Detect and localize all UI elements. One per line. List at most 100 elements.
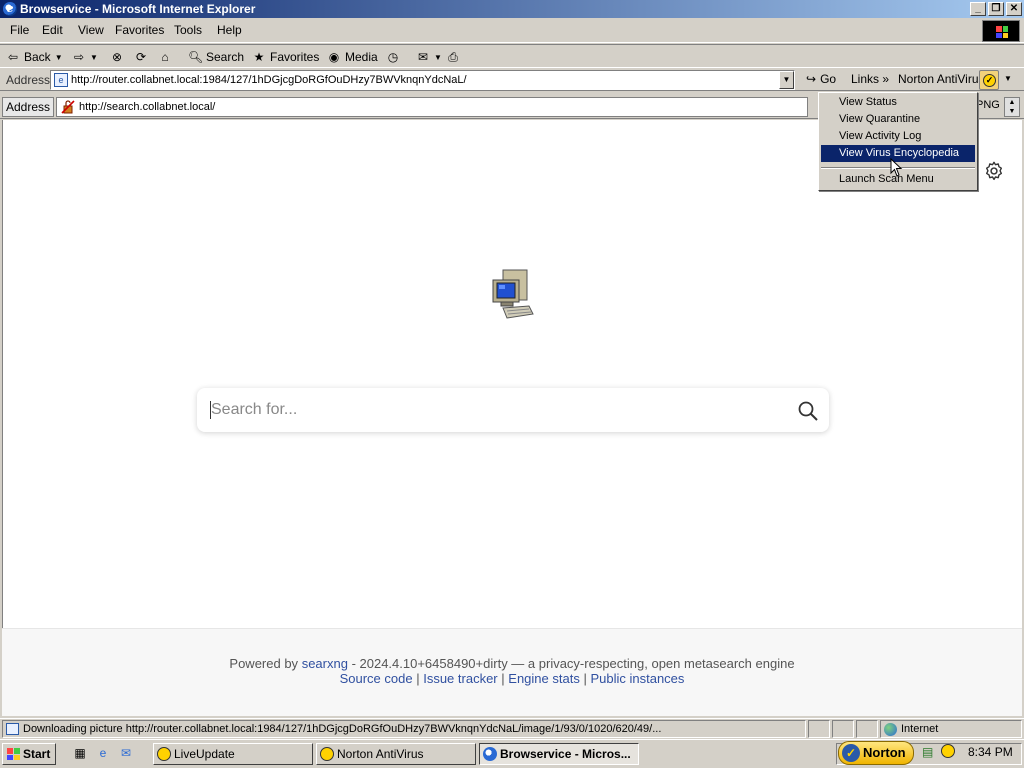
source-code-link[interactable]: Source code xyxy=(340,671,413,686)
forward-arrow-icon: ⇨ xyxy=(73,50,85,64)
history-button[interactable]: ◷ xyxy=(386,48,400,66)
go-button[interactable]: ↪ Go xyxy=(806,72,836,86)
ie-icon: e xyxy=(3,2,17,16)
task-label: Norton AntiVirus xyxy=(337,747,424,761)
go-arrow-icon: ↪ xyxy=(806,72,817,86)
norton-dropdown-icon[interactable]: ▼ xyxy=(1004,74,1012,83)
favorites-label: Favorites xyxy=(270,50,320,64)
back-label: Back xyxy=(24,50,51,64)
status-bar: Downloading picture http://router.collab… xyxy=(0,718,1024,738)
show-desktop-icon[interactable]: ▦ xyxy=(72,745,88,761)
address-dropdown-icon[interactable]: ▼ xyxy=(779,71,794,89)
mail-dropdown-icon[interactable]: ▼ xyxy=(434,53,442,62)
links-more-icon: » xyxy=(882,72,890,86)
norton-tray-icon[interactable] xyxy=(941,744,955,758)
separator: | xyxy=(583,671,587,686)
public-instances-link[interactable]: Public instances xyxy=(590,671,684,686)
magnifier-icon[interactable] xyxy=(797,400,819,422)
norton-toolbar-button[interactable]: ✓ xyxy=(979,70,999,90)
address-url[interactable]: http://router.collabnet.local:1984/127/1… xyxy=(71,74,467,86)
menu-file[interactable]: File xyxy=(10,23,29,37)
mouse-cursor-icon xyxy=(890,158,903,177)
norton-tray-label: Norton xyxy=(863,745,906,760)
start-button[interactable]: Start xyxy=(2,743,56,765)
settings-gear-icon[interactable] xyxy=(983,160,1005,182)
mail-button[interactable]: ✉ ▼ xyxy=(416,48,442,66)
back-arrow-icon: ⇦ xyxy=(7,50,19,64)
menu-help[interactable]: Help xyxy=(217,23,242,37)
menu-bar: File Edit View Favorites Tools Help xyxy=(0,19,1024,43)
window-title: Browservice - Microsoft Internet Explore… xyxy=(20,2,256,16)
mail-icon: ✉ xyxy=(417,50,429,64)
menu-item-view-quarantine[interactable]: View Quarantine xyxy=(821,111,975,128)
page-footer: Powered by searxng - 2024.4.10+6458490+d… xyxy=(2,628,1022,716)
issue-tracker-link[interactable]: Issue tracker xyxy=(423,671,497,686)
menu-favorites[interactable]: Favorites xyxy=(115,23,164,37)
status-cell xyxy=(832,720,854,738)
engine-stats-link[interactable]: Engine stats xyxy=(508,671,580,686)
task-browservice[interactable]: Browservice - Micros... xyxy=(479,743,639,765)
address-bar: Address e http://router.collabnet.local:… xyxy=(0,69,1024,91)
format-spinner[interactable]: ▲ ▼ xyxy=(1004,97,1020,117)
menu-tools[interactable]: Tools xyxy=(174,23,202,37)
powered-by-label: Powered by xyxy=(229,656,299,671)
links-button[interactable]: Links » xyxy=(851,72,889,86)
status-message: Downloading picture http://router.collab… xyxy=(23,723,662,735)
search-box[interactable]: Search for... xyxy=(197,388,829,432)
footer-links: Source code | Issue tracker | Engine sta… xyxy=(2,671,1022,686)
print-button[interactable]: ⎙ xyxy=(446,48,460,66)
footer-line-1: Powered by searxng - 2024.4.10+6458490+d… xyxy=(2,656,1022,671)
ie-task-icon xyxy=(483,747,497,761)
clock[interactable]: 8:34 PM xyxy=(968,745,1013,759)
norton-tray-button[interactable]: ✓ Norton xyxy=(838,741,914,765)
home-button[interactable]: ⌂ xyxy=(158,48,172,66)
media-button[interactable]: ◉ Media xyxy=(327,48,378,66)
outlook-express-icon[interactable]: ✉ xyxy=(118,745,134,761)
network-tray-icon[interactable]: ▤ xyxy=(922,745,933,759)
inner-address-url[interactable]: http://search.collabnet.local/ xyxy=(79,101,215,113)
status-cell xyxy=(808,720,830,738)
history-icon: ◷ xyxy=(387,50,399,64)
task-norton-antivirus[interactable]: Norton AntiVirus xyxy=(316,743,476,765)
searxng-link[interactable]: searxng xyxy=(302,656,348,671)
refresh-icon: ⟳ xyxy=(135,50,147,64)
separator: | xyxy=(501,671,505,686)
minimize-button[interactable]: _ xyxy=(970,2,986,16)
menu-item-view-activity-log[interactable]: View Activity Log xyxy=(821,128,975,145)
search-input[interactable]: Search for... xyxy=(211,401,297,419)
stop-button[interactable]: ⊗ xyxy=(110,48,124,66)
back-dropdown-icon[interactable]: ▼ xyxy=(55,53,63,62)
windows-throbber-logo xyxy=(982,20,1020,42)
page-loading-icon xyxy=(6,723,19,735)
forward-button[interactable]: ⇨ ▼ xyxy=(72,48,98,66)
menu-item-view-status[interactable]: View Status xyxy=(821,94,975,111)
back-button[interactable]: ⇦ Back ▼ xyxy=(6,48,63,66)
address-input[interactable]: e http://router.collabnet.local:1984/127… xyxy=(50,70,795,90)
go-label: Go xyxy=(820,72,837,86)
inner-address-input[interactable]: http://search.collabnet.local/ xyxy=(56,97,808,117)
home-icon: ⌂ xyxy=(161,50,169,64)
menu-view[interactable]: View xyxy=(78,23,104,37)
title-bar[interactable]: e Browservice - Microsoft Internet Explo… xyxy=(0,0,1024,18)
search-icon: 🔍︎ xyxy=(188,50,204,64)
task-liveupdate[interactable]: LiveUpdate xyxy=(153,743,313,765)
standard-toolbar: ⇦ Back ▼ ⇨ ▼ ⊗ ⟳ ⌂ 🔍︎ Search ★ Favorites… xyxy=(0,44,1024,68)
ie-quicklaunch-icon[interactable]: e xyxy=(95,745,111,761)
menu-edit[interactable]: Edit xyxy=(42,23,63,37)
close-button[interactable]: ✕ xyxy=(1006,2,1022,16)
start-label: Start xyxy=(23,747,51,761)
task-label: LiveUpdate xyxy=(174,747,235,761)
insecure-icon xyxy=(61,100,75,114)
favorites-icon: ★ xyxy=(253,50,265,64)
image-format-select[interactable]: PNG xyxy=(976,99,1000,111)
refresh-button[interactable]: ⟳ xyxy=(134,48,148,66)
forward-dropdown-icon[interactable]: ▼ xyxy=(90,53,98,62)
norton-toolbar-label[interactable]: Norton AntiVirus xyxy=(898,72,985,86)
version-text: - 2024.4.10+6458490+dirty — a privacy-re… xyxy=(351,656,795,671)
windows-flag-icon xyxy=(7,748,20,760)
search-button[interactable]: 🔍︎ Search xyxy=(188,48,244,66)
norton-shield-icon: ✓ xyxy=(983,74,996,87)
maximize-button[interactable]: ❐ xyxy=(988,2,1004,16)
favorites-button[interactable]: ★ Favorites xyxy=(252,48,320,66)
norton-antivirus-icon xyxy=(320,747,334,761)
